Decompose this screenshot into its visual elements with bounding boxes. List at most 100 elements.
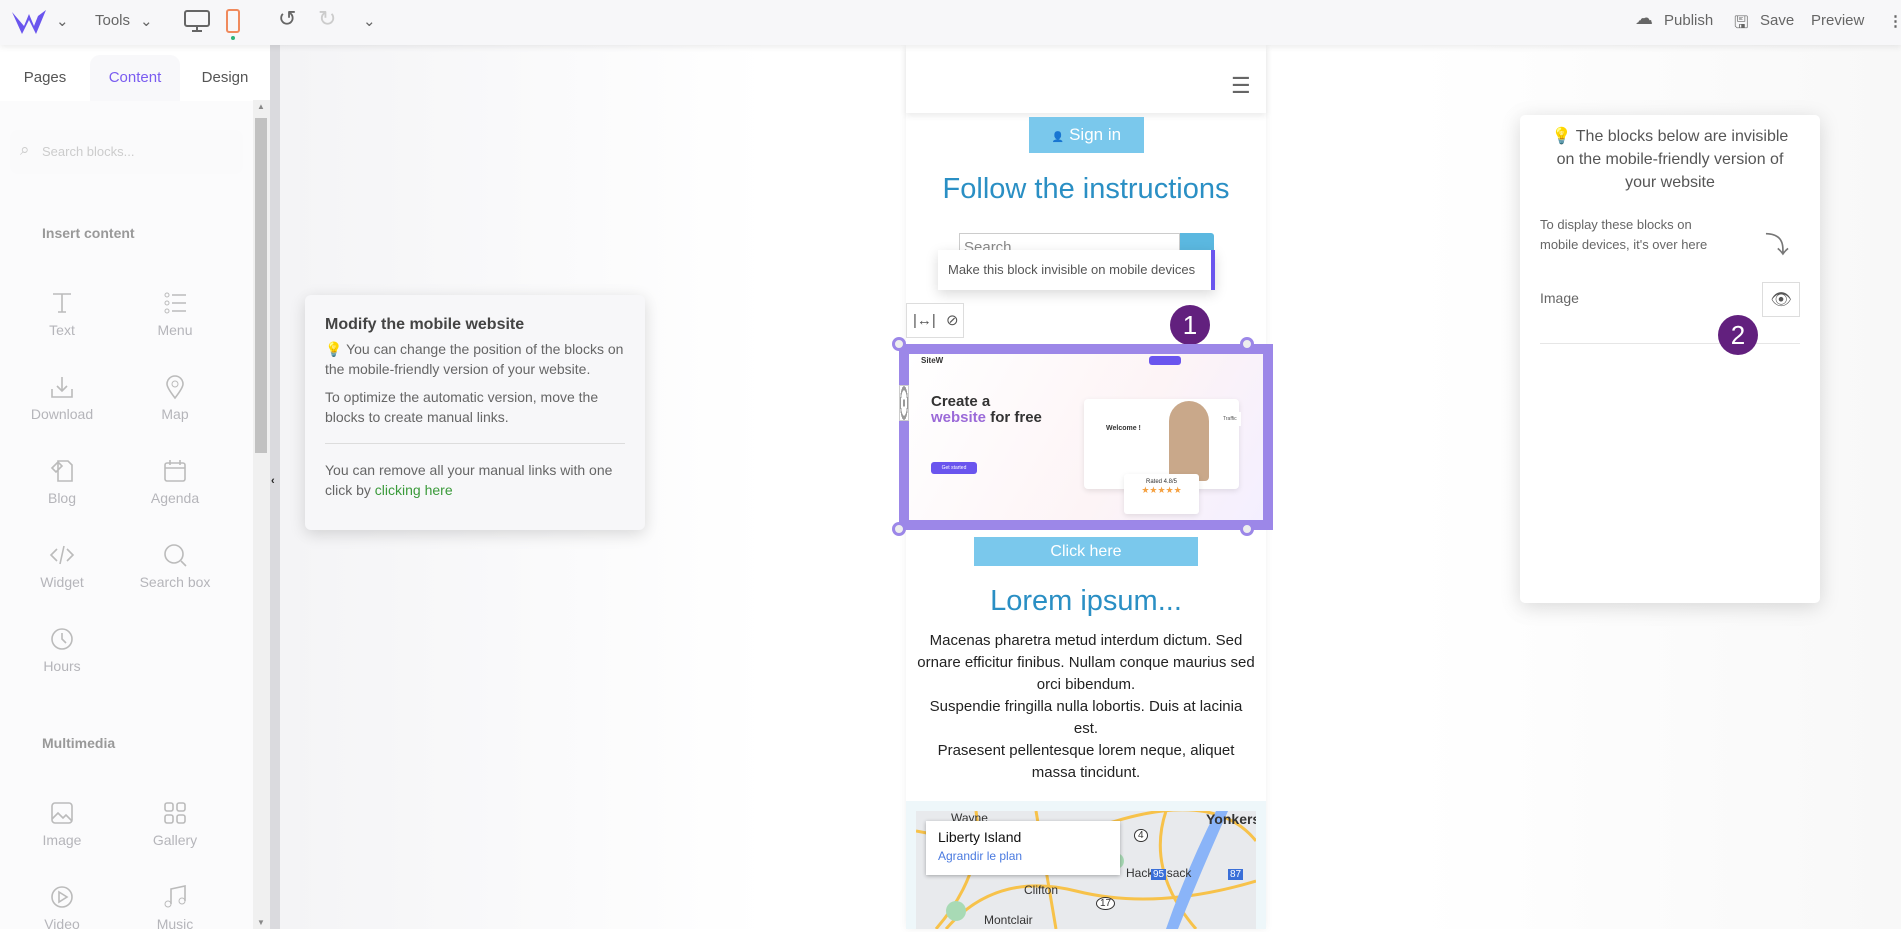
insert-video[interactable]: Video — [7, 884, 117, 932]
save-button[interactable]: Save — [1760, 12, 1794, 29]
map[interactable]: Hackensack Yonkers Clifton Montclair 4 9… — [916, 811, 1256, 929]
card-text: You can change the position of the block… — [325, 341, 624, 377]
insert-hours[interactable]: Hours — [7, 626, 117, 674]
undo-icon[interactable]: ↺ — [278, 6, 296, 32]
eye-off-icon[interactable]: ⊘ — [946, 312, 959, 329]
hero-image-block[interactable]: SiteW Create a website for free Get start… — [899, 344, 1273, 530]
mobile-icon[interactable] — [225, 8, 241, 40]
show-block-eye-icon[interactable]: 👁 — [1762, 282, 1800, 317]
sign-in-button[interactable]: 👤 Sign in — [1029, 117, 1144, 153]
remove-links-link[interactable]: clicking here — [375, 482, 453, 498]
search-icon: ⌕ — [20, 140, 30, 159]
insert-map[interactable]: Map — [120, 374, 230, 422]
cloud-upload-icon: ☁ — [1635, 8, 1653, 28]
drag-handle[interactable] — [899, 385, 909, 421]
heading: Follow the instructions — [942, 173, 1230, 205]
download-icon — [51, 377, 73, 398]
insert-music[interactable]: Music — [120, 884, 230, 932]
insert-text[interactable]: Text — [7, 290, 117, 338]
map-info-card: Liberty Island Agrandir le plan — [926, 821, 1120, 875]
search-blocks-field[interactable]: ⌕ Search blocks... — [10, 130, 243, 174]
publish-button[interactable]: Publish — [1664, 12, 1713, 29]
resize-handle[interactable] — [892, 337, 906, 351]
more-options-icon[interactable]: ⋮ — [1888, 12, 1901, 30]
step-badge: 1 — [1170, 305, 1210, 345]
item-label: Blog — [47, 490, 77, 506]
desktop-icon[interactable] — [183, 9, 211, 33]
insert-menu[interactable]: Menu — [120, 290, 230, 338]
insert-gallery[interactable]: Gallery — [120, 800, 230, 848]
enlarge-map-link[interactable]: Agrandir le plan — [938, 849, 1108, 863]
mobile-info-card: Modify the mobile website 💡 You can chan… — [305, 295, 645, 530]
tab-design[interactable]: Design — [180, 55, 270, 101]
section-title: Insert content — [42, 225, 135, 241]
map-block: Hackensack Yonkers Clifton Montclair 4 9… — [906, 801, 1266, 929]
resize-handle[interactable] — [1240, 337, 1254, 351]
item-label: Text — [49, 322, 75, 338]
item-label: Image — [42, 832, 82, 848]
click-here-button[interactable]: Click here — [974, 537, 1198, 566]
play-icon — [51, 886, 73, 908]
invisible-blocks-panel: 💡 The blocks below are invisible on the … — [1520, 115, 1820, 603]
tooltip: Make this block invisible on mobile devi… — [938, 250, 1215, 290]
step-badge: 2 — [1718, 315, 1758, 355]
map-pin-icon — [166, 375, 184, 400]
mobile-preview: ☰ 👤 Sign in Follow the instructions Sear… — [892, 45, 1273, 929]
map-place: Liberty Island — [938, 829, 1022, 845]
item-label: Menu — [157, 322, 193, 338]
logo-icon[interactable] — [10, 8, 48, 36]
item-label: Widget — [40, 574, 84, 590]
preview-button[interactable]: Preview — [1811, 12, 1864, 29]
item-label: Hours — [43, 658, 81, 674]
blog-icon — [50, 460, 73, 482]
tools-menu[interactable]: Tools — [95, 12, 130, 29]
insert-search-box[interactable]: Search box — [120, 542, 230, 590]
item-label: Search box — [139, 574, 211, 590]
card-title: Modify the mobile website — [325, 316, 525, 333]
resize-handle[interactable] — [892, 522, 906, 536]
redo-icon[interactable]: ↻ — [318, 6, 336, 32]
sidebar-scrollbar[interactable]: ▲ ▼ — [253, 100, 270, 929]
hidden-block-label: Image — [1540, 290, 1579, 306]
section-title: Multimedia — [42, 735, 116, 751]
lorem-heading: Lorem ipsum... — [990, 585, 1182, 617]
item-label: Music — [156, 916, 194, 932]
panel-hint: To display these blocks on mobile device… — [1540, 217, 1708, 252]
search-placeholder: Search blocks... — [42, 144, 135, 159]
hamburger-menu-icon[interactable]: ☰ — [1231, 73, 1251, 99]
insert-blog[interactable]: Blog — [7, 458, 117, 506]
grid-icon — [164, 802, 186, 824]
insert-widget[interactable]: Widget — [7, 542, 117, 590]
history-chevron-icon[interactable]: ⌄ — [363, 12, 376, 30]
tools-chevron-icon: ⌄ — [140, 13, 153, 30]
item-label: Video — [44, 916, 80, 932]
insert-image[interactable]: Image — [7, 800, 117, 848]
sign-in-label: Sign in — [1069, 125, 1122, 144]
card-text: You can remove all your manual links wit… — [325, 462, 613, 498]
music-icon — [164, 885, 186, 908]
sidebar-collapse-handle[interactable]: ‹ — [270, 45, 280, 929]
top-toolbar: ⌄ Tools ⌄ ↺ ↻ ⌄ ☁ Publish 🖫 Save Preview… — [0, 0, 1901, 45]
list-icon — [164, 292, 186, 314]
resize-handle[interactable] — [1240, 522, 1254, 536]
tab-content[interactable]: Content — [90, 55, 180, 101]
sidebar: Pages Content Design ⌕ Search blocks... … — [0, 45, 253, 932]
block-toolbar: |↔| ⊘ — [906, 303, 964, 338]
clock-icon — [51, 628, 73, 650]
full-width-icon[interactable]: |↔| — [913, 312, 936, 329]
logo-chevron-icon[interactable]: ⌄ — [56, 12, 69, 30]
image-icon — [51, 802, 73, 824]
item-label: Gallery — [152, 832, 198, 848]
site-header: ☰ — [906, 45, 1266, 113]
calendar-icon — [164, 460, 186, 482]
search-icon — [164, 544, 187, 567]
item-label: Agenda — [150, 490, 200, 506]
insert-agenda[interactable]: Agenda — [120, 458, 230, 506]
user-icon: 👤 — [1051, 132, 1065, 143]
panel-title: The blocks below are invisible on the mo… — [1556, 128, 1789, 191]
code-icon — [49, 545, 75, 565]
insert-download[interactable]: Download — [7, 374, 117, 422]
save-icon: 🖫 — [1734, 13, 1749, 32]
tab-pages[interactable]: Pages — [0, 55, 90, 101]
lightbulb-icon: 💡 — [325, 341, 343, 357]
